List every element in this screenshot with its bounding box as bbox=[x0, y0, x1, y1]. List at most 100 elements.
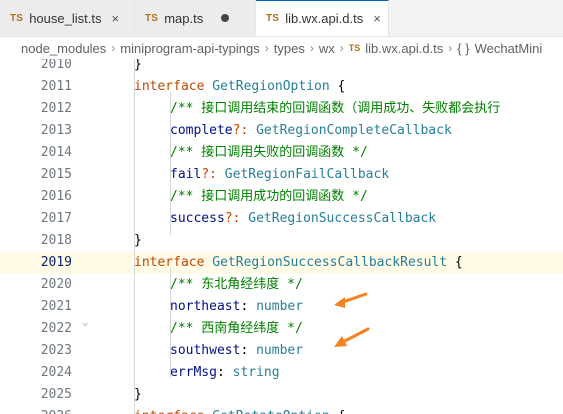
fold-chevron-icon[interactable]: ⌄ bbox=[82, 315, 89, 328]
code-text: interface GetRegionOption { bbox=[134, 76, 345, 98]
tab-lib-wx-api[interactable]: TS lib.wx.api.d.ts × bbox=[256, 0, 389, 36]
line-number: 2021 bbox=[40, 299, 72, 314]
code-text: southwest: number bbox=[170, 340, 303, 362]
tab-house-list[interactable]: TS house_list.ts × bbox=[0, 0, 135, 36]
line-number: 2024 bbox=[40, 365, 72, 380]
code-text: interface GetRegionSuccessCallbackResult… bbox=[134, 252, 463, 274]
breadcrumb-item[interactable]: node_modules bbox=[21, 41, 106, 56]
line-number: 2013 bbox=[40, 123, 72, 138]
line-number: 2014 bbox=[40, 145, 72, 160]
code-token: complete bbox=[170, 123, 233, 138]
code-token: : bbox=[240, 299, 257, 314]
code-line[interactable]: 2017 success?: GetRegionSuccessCallback bbox=[0, 208, 563, 230]
code-token: interface bbox=[134, 79, 213, 94]
code-token: /** 接口调用失败的回调函数 */ bbox=[170, 145, 368, 160]
code-token: southwest bbox=[170, 343, 241, 358]
code-text: /** 接口调用结束的回调函数（调用成功、失败都会执行 bbox=[170, 98, 500, 120]
unsaved-dot-icon[interactable] bbox=[221, 14, 230, 22]
code-line[interactable]: 2018} bbox=[0, 230, 563, 252]
code-token: number bbox=[256, 343, 304, 358]
code-token: GetRegionCompleteCallback bbox=[256, 123, 452, 138]
chevron-right-icon: › bbox=[448, 41, 453, 55]
namespace-icon: { } bbox=[457, 40, 470, 56]
code-line[interactable]: 2016 /** 接口调用成功的回调函数 */ bbox=[0, 186, 563, 208]
code-token: : bbox=[216, 365, 233, 380]
chevron-right-icon: › bbox=[111, 41, 116, 55]
code-text: northeast: number bbox=[170, 296, 303, 318]
orange-arrow-annotation bbox=[334, 292, 368, 308]
code-line[interactable]: 2011 interface GetRegionOption { bbox=[0, 76, 563, 98]
code-text: success?: GetRegionSuccessCallback bbox=[170, 208, 436, 230]
code-token: GetRegionOption bbox=[212, 79, 330, 94]
typescript-file-icon: TS bbox=[145, 12, 159, 24]
chevron-right-icon: › bbox=[309, 41, 314, 55]
orange-arrow-annotation bbox=[334, 327, 370, 347]
code-line[interactable]: 2026 interface GetRotateOption { bbox=[0, 406, 563, 414]
tab-map[interactable]: TS map.ts bbox=[135, 0, 256, 36]
breadcrumb-item[interactable]: miniprogram-api-typings bbox=[120, 41, 259, 56]
line-number: 2018 bbox=[40, 233, 72, 248]
code-line[interactable]: 2015 fail?: GetRegionFailCallback bbox=[0, 164, 563, 186]
code-token: errMsg bbox=[170, 365, 217, 380]
indent-guide bbox=[170, 268, 171, 378]
code-line[interactable]: 2010} bbox=[0, 59, 563, 76]
line-number: 2025 bbox=[40, 387, 72, 402]
line-number: 2022 bbox=[40, 321, 72, 336]
code-token: string bbox=[232, 365, 280, 380]
code-text: } bbox=[134, 230, 142, 252]
code-text: /** 接口调用成功的回调函数 */ bbox=[170, 186, 368, 208]
breadcrumb-file[interactable]: lib.wx.api.d.ts bbox=[365, 41, 443, 56]
code-token: { bbox=[329, 79, 346, 94]
tab-label: house_list.ts bbox=[29, 10, 102, 26]
code-line[interactable]: 2025} bbox=[0, 384, 563, 406]
code-text: /** 西南角经纬度 */ bbox=[170, 318, 303, 340]
close-icon[interactable]: × bbox=[111, 11, 119, 26]
code-token: fail bbox=[170, 167, 202, 182]
breadcrumb-item[interactable]: types bbox=[274, 41, 305, 56]
close-icon[interactable]: × bbox=[373, 11, 381, 26]
line-number: 2020 bbox=[40, 277, 72, 292]
code-token: } bbox=[134, 233, 142, 248]
line-number: 2012 bbox=[40, 101, 72, 116]
code-text: interface GetRotateOption { bbox=[134, 406, 345, 414]
code-line[interactable]: 2013 complete?: GetRegionCompleteCallback bbox=[0, 120, 563, 142]
chevron-right-icon: › bbox=[339, 41, 344, 55]
line-number: 2015 bbox=[40, 167, 72, 182]
code-text: complete?: GetRegionCompleteCallback bbox=[170, 120, 452, 142]
code-line[interactable]: 2019 interface GetRegionSuccessCallbackRe… bbox=[0, 252, 563, 274]
code-text: errMsg: string bbox=[170, 362, 280, 384]
code-line[interactable]: 2024 errMsg: string bbox=[0, 362, 563, 384]
line-number: 2017 bbox=[40, 211, 72, 226]
code-token: number bbox=[256, 299, 304, 314]
code-line[interactable]: 2012 /** 接口调用结束的回调函数（调用成功、失败都会执行 bbox=[0, 98, 563, 120]
code-token: } bbox=[134, 59, 142, 72]
code-token: GetRotateOption bbox=[212, 409, 329, 414]
code-token: { bbox=[447, 255, 463, 270]
line-number: 2023 bbox=[40, 343, 72, 358]
code-line[interactable]: 2014 /** 接口调用失败的回调函数 */ bbox=[0, 142, 563, 164]
code-token: /** 接口调用成功的回调函数 */ bbox=[170, 189, 368, 204]
tab-label: lib.wx.api.d.ts bbox=[285, 11, 364, 26]
code-token: /** 西南角经纬度 */ bbox=[170, 321, 303, 336]
line-number: 2010 bbox=[40, 59, 72, 72]
chevron-right-icon: › bbox=[264, 41, 269, 55]
breadcrumb-symbol[interactable]: WechatMini bbox=[475, 41, 543, 56]
line-number: 2026 bbox=[16, 406, 72, 414]
typescript-file-icon: TS bbox=[348, 43, 361, 53]
breadcrumb-item[interactable]: wx bbox=[319, 41, 335, 56]
code-token: interface bbox=[134, 409, 212, 414]
line-number: 2016 bbox=[40, 189, 72, 204]
code-token: interface bbox=[134, 255, 213, 270]
code-token: northeast bbox=[170, 299, 241, 314]
code-line[interactable]: 2023 southwest: number bbox=[0, 340, 563, 362]
line-number: 2019 bbox=[40, 255, 72, 270]
line-number: 2011 bbox=[40, 79, 72, 94]
indent-guide bbox=[170, 92, 171, 235]
code-text: fail?: GetRegionFailCallback bbox=[170, 164, 389, 186]
code-token: GetRegionSuccessCallbackResult bbox=[212, 255, 448, 270]
indent-guide bbox=[134, 59, 135, 414]
editor-tab-bar: TS house_list.ts × TS map.ts TS lib.wx.a… bbox=[0, 0, 563, 37]
code-editor[interactable]: 2026interface GetRotateOption {2025}2024… bbox=[0, 59, 563, 414]
typescript-file-icon: TS bbox=[10, 12, 24, 24]
code-line[interactable]: 2020 /** 东北角经纬度 */ bbox=[0, 274, 563, 296]
